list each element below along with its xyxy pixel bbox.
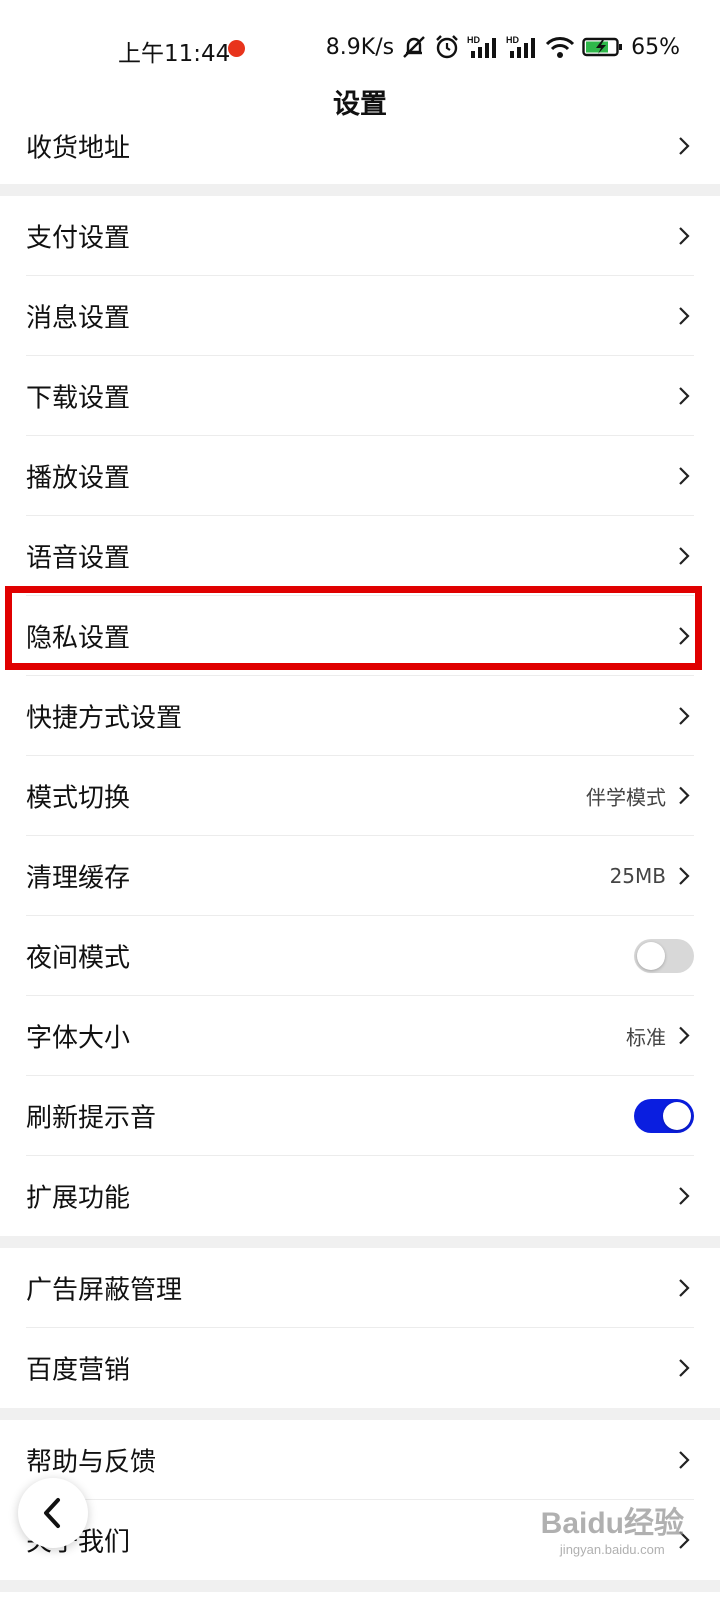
settings-row-address[interactable]: 收货地址 — [26, 108, 694, 184]
chevron-right-icon — [679, 226, 690, 245]
row-label: 支付设置 — [26, 223, 131, 253]
row-label: 模式切换 — [26, 783, 131, 813]
section-divider — [0, 1408, 720, 1420]
chevron-right-icon — [679, 1026, 690, 1045]
settings-row-refresh-sound: 刷新提示音 — [26, 1076, 694, 1156]
watermark-url: jingyan.baidu.com — [559, 1542, 665, 1557]
row-label: 刷新提示音 — [26, 1103, 157, 1133]
chevron-right-icon — [679, 866, 690, 885]
watermark: Baidu经验 jingyan.baidu.com — [541, 1498, 684, 1557]
section-divider — [0, 1236, 720, 1248]
row-label: 百度营销 — [26, 1355, 131, 1386]
watermark-logo: Baidu经验 — [540, 1507, 684, 1540]
row-label: 扩展功能 — [26, 1183, 131, 1214]
hd-signal-icon: HD — [467, 35, 497, 58]
settings-row-mode-switch[interactable]: 模式切换 伴学模式 — [26, 756, 694, 836]
highlight-box — [5, 586, 702, 670]
chevron-right-icon — [679, 1359, 690, 1377]
row-label: 帮助与反馈 — [26, 1447, 157, 1477]
row-label: 消息设置 — [26, 303, 131, 333]
chevron-right-icon — [679, 1187, 690, 1205]
toggle-knob — [637, 941, 665, 970]
settings-list: 收货地址 支付设置 消息设置 下载设置 播放设置 语音设置 隐私设置 快捷方式设… — [0, 108, 720, 1592]
row-label: 播放设置 — [26, 463, 131, 493]
mute-bell-icon — [403, 36, 425, 58]
chevron-right-icon — [679, 306, 690, 325]
settings-row-extensions[interactable]: 扩展功能 — [26, 1156, 694, 1236]
settings-row-payment[interactable]: 支付设置 — [26, 196, 694, 276]
chevron-right-icon — [679, 1450, 690, 1469]
hd-signal-icon: HD — [506, 35, 536, 58]
toggle-knob — [663, 1101, 691, 1130]
svg-text:HD: HD — [506, 35, 519, 45]
chevron-right-icon — [679, 706, 690, 725]
row-value: 伴学模式 — [586, 785, 666, 809]
night-mode-toggle[interactable] — [634, 938, 694, 973]
settings-row-messages[interactable]: 消息设置 — [26, 276, 694, 356]
settings-row-shortcuts[interactable]: 快捷方式设置 — [26, 676, 694, 756]
chevron-right-icon — [679, 466, 690, 485]
section-divider — [0, 1580, 720, 1592]
settings-row-playback[interactable]: 播放设置 — [26, 436, 694, 516]
notification-dot-icon — [228, 40, 245, 57]
settings-row-download[interactable]: 下载设置 — [26, 356, 694, 436]
settings-row-help-feedback[interactable]: 帮助与反馈 — [26, 1420, 694, 1500]
chevron-right-icon — [679, 786, 690, 805]
chevron-right-icon — [679, 1278, 690, 1297]
status-bar: 上午11:44 8.9K/s HD HD 65% — [0, 0, 720, 90]
chevron-left-icon — [44, 1498, 60, 1528]
status-time: 上午11:44 — [118, 41, 231, 67]
chevron-right-icon — [679, 137, 690, 155]
status-icons: 8.9K/s HD HD 65% — [326, 32, 680, 62]
settings-row-font-size[interactable]: 字体大小 标准 — [26, 996, 694, 1076]
settings-row-voice[interactable]: 语音设置 — [26, 516, 694, 596]
row-label: 清理缓存 — [26, 863, 131, 893]
battery-charging-icon — [582, 37, 623, 57]
row-label: 字体大小 — [26, 1023, 131, 1053]
back-button[interactable] — [18, 1478, 88, 1548]
wifi-icon — [546, 37, 575, 58]
battery-percent: 65% — [631, 34, 680, 60]
settings-row-clear-cache[interactable]: 清理缓存 25MB — [26, 836, 694, 916]
section-divider — [0, 184, 720, 196]
chevron-right-icon — [679, 386, 690, 405]
settings-row-baidu-marketing[interactable]: 百度营销 — [26, 1328, 694, 1408]
row-label: 广告屏蔽管理 — [26, 1275, 183, 1305]
row-value: 标准 — [626, 1025, 666, 1049]
row-label: 快捷方式设置 — [26, 703, 183, 733]
alarm-icon — [436, 35, 458, 59]
row-label: 收货地址 — [26, 133, 131, 164]
row-label: 夜间模式 — [26, 943, 131, 973]
network-speed: 8.9K/s — [325, 34, 395, 60]
row-label: 下载设置 — [26, 383, 131, 413]
settings-row-night-mode: 夜间模式 — [26, 916, 694, 996]
settings-row-ad-block[interactable]: 广告屏蔽管理 — [26, 1248, 694, 1328]
svg-text:HD: HD — [467, 35, 480, 45]
chevron-right-icon — [679, 546, 690, 565]
row-label: 语音设置 — [26, 543, 131, 573]
refresh-sound-toggle[interactable] — [634, 1098, 694, 1133]
row-value: 25MB — [609, 863, 666, 888]
